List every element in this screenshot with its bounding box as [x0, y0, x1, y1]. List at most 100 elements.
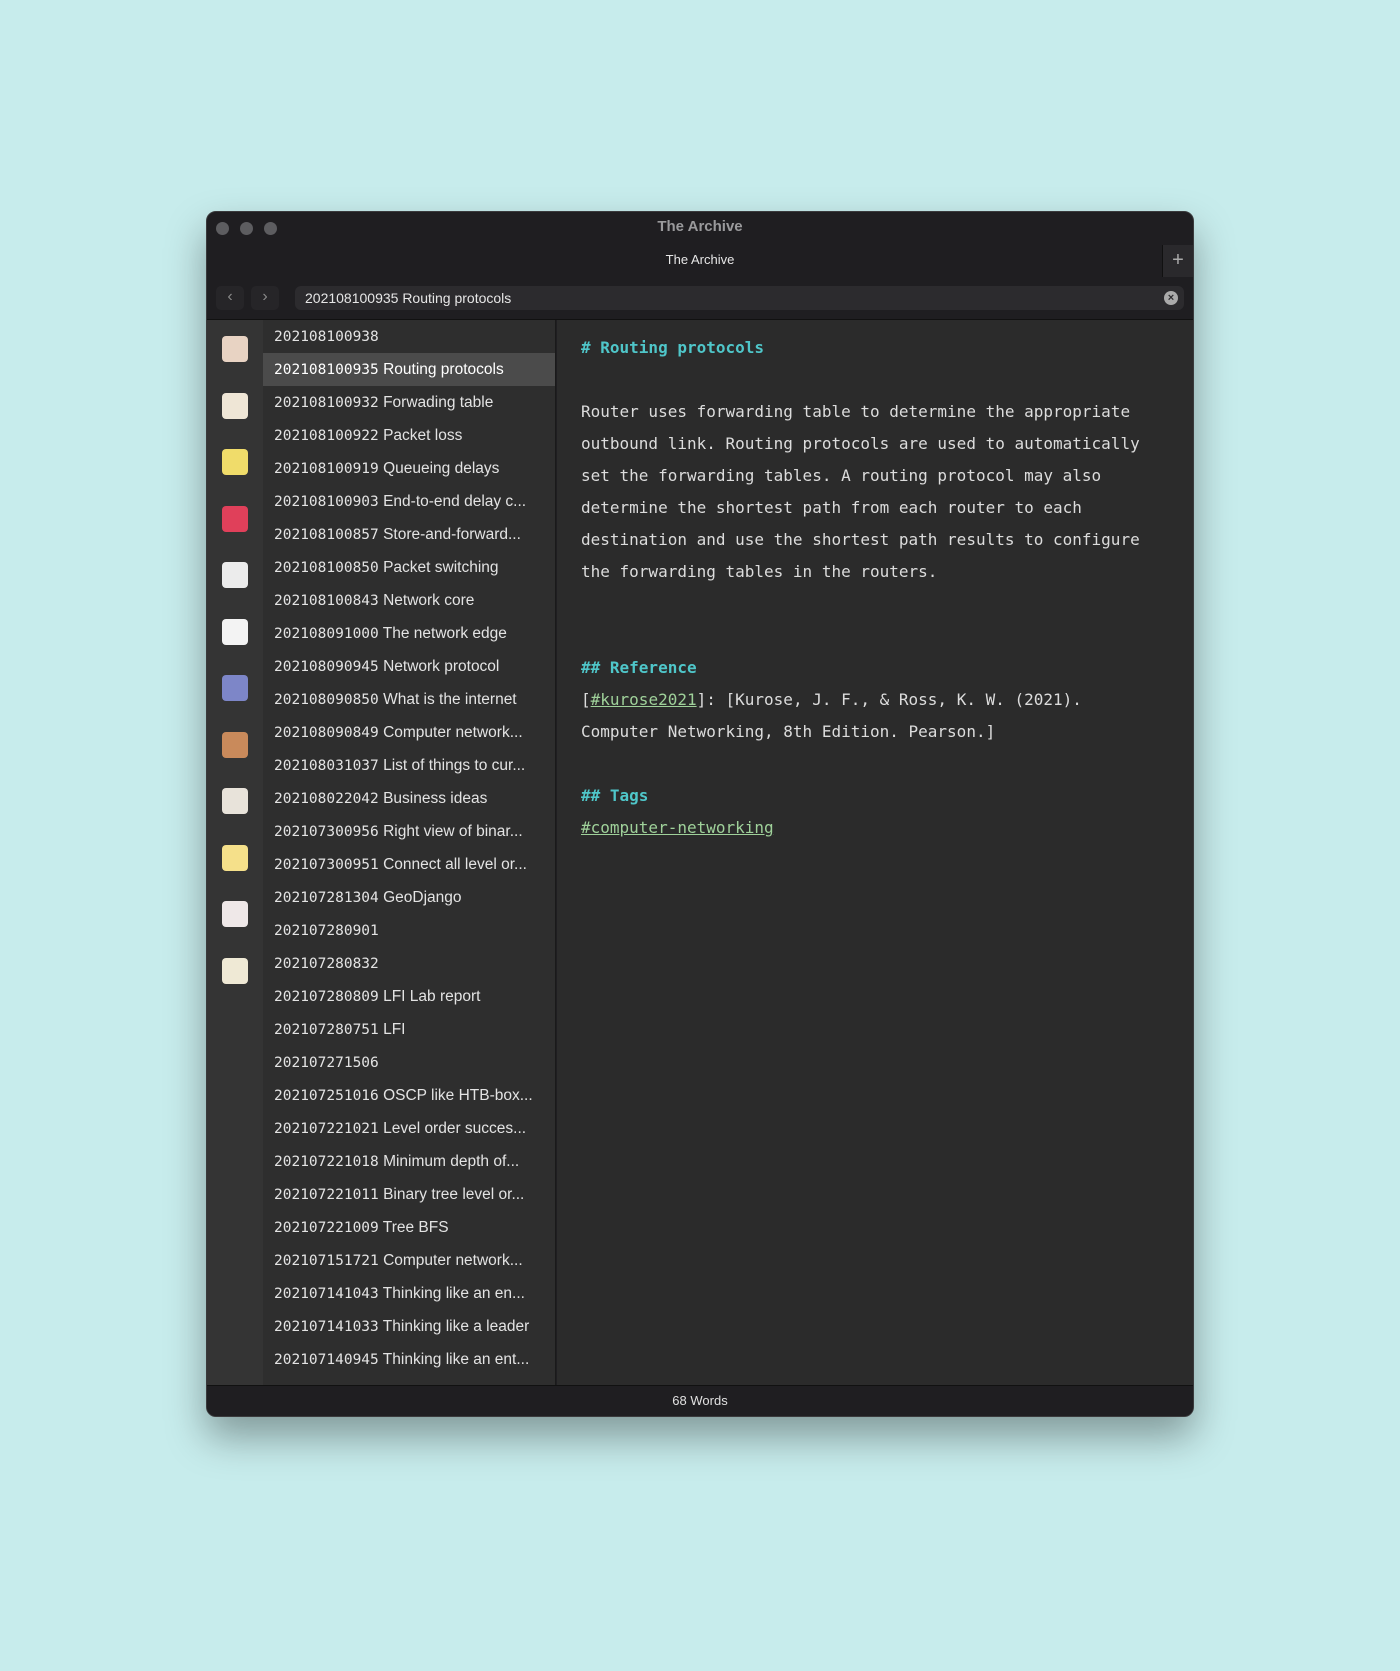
note-list-item[interactable]: 202108100850 Packet switching: [263, 551, 555, 584]
browser-window-icon[interactable]: [222, 562, 248, 588]
note-list-item[interactable]: 202107300951 Connect all level or...: [263, 848, 555, 881]
brain-icon[interactable]: [222, 336, 248, 362]
note-title: Thinking like an ent...: [382, 1351, 530, 1368]
note-list-item[interactable]: 202107221021 Level order succes...: [263, 1112, 555, 1145]
reference-link[interactable]: #kurose2021: [591, 690, 697, 709]
note-id: 202108091000: [274, 626, 379, 642]
note-title: Packet switching: [383, 559, 499, 576]
new-tab-button[interactable]: +: [1162, 245, 1193, 277]
note-title: Routing protocols: [383, 361, 504, 378]
calendar-icon[interactable]: [222, 392, 248, 419]
note-list-item[interactable]: 202107280901: [263, 914, 555, 947]
note-id: 202107251016: [274, 1088, 379, 1104]
note-title: OSCP like HTB-box...: [383, 1087, 533, 1104]
document-icon[interactable]: [222, 618, 248, 645]
note-title: Network protocol: [383, 658, 500, 675]
note-list-item[interactable]: 202108100919 Queueing delays: [263, 452, 555, 485]
note-title: Binary tree level or...: [383, 1186, 525, 1203]
note-list-item[interactable]: 202107221018 Minimum depth of...: [263, 1145, 555, 1178]
note-title: List of things to cur...: [383, 757, 526, 774]
paragraph-line: outbound link. Routing protocols are use…: [581, 434, 1140, 453]
note-list-item[interactable]: 202108022042 Business ideas: [263, 782, 555, 815]
note-title: Connect all level or...: [383, 856, 527, 873]
note-list-item[interactable]: 202107140945 Thinking like an ent...: [263, 1343, 555, 1376]
note-list-item[interactable]: 202107280809 LFI Lab report: [263, 980, 555, 1013]
note-id: 202107151721: [274, 1253, 379, 1269]
note-list-item[interactable]: 202107280832: [263, 947, 555, 980]
saved-searches-sidebar: [207, 320, 263, 1387]
search-value: 202108100935 Routing protocols: [305, 290, 512, 306]
note-list-item[interactable]: 202108090945 Network protocol: [263, 650, 555, 683]
note-title: Forwading table: [383, 394, 494, 411]
note-list-item[interactable]: 202108100932 Forwading table: [263, 386, 555, 419]
note-id: 202107300951: [274, 857, 379, 873]
note-list-item[interactable]: 202107141043 Thinking like an en...: [263, 1277, 555, 1310]
note-title: Tree BFS: [382, 1219, 449, 1236]
note-list-item[interactable]: 202108100903 End-to-end delay c...: [263, 485, 555, 518]
note-list-item[interactable]: 202108100843 Network core: [263, 584, 555, 617]
hierarchy-icon[interactable]: [222, 505, 248, 532]
reference-line-2: Computer Networking, 8th Edition. Pearso…: [581, 722, 996, 741]
note-list-item[interactable]: 202107280751 LFI: [263, 1013, 555, 1046]
note-title: Thinking like an en...: [382, 1285, 525, 1302]
note-id: 202108100935: [274, 362, 379, 378]
note-list-item[interactable]: 202108100857 Store-and-forward...: [263, 518, 555, 551]
resume-icon[interactable]: [222, 788, 248, 814]
question-icon[interactable]: [222, 901, 248, 927]
note-id: 202108022042: [274, 791, 379, 807]
note-id: 202107281304: [274, 890, 379, 906]
tag-link[interactable]: #computer-networking: [581, 818, 774, 837]
search-input[interactable]: 202108100935 Routing protocols ×: [295, 286, 1184, 310]
note-list-item[interactable]: 202107151721 Computer network...: [263, 1244, 555, 1277]
note-id: 202108100843: [274, 593, 379, 609]
note-id: 202108100857: [274, 527, 379, 543]
note-list-item[interactable]: 202107221011 Binary tree level or...: [263, 1178, 555, 1211]
note-list-item[interactable]: 202108100938: [263, 320, 555, 353]
book-icon[interactable]: [222, 675, 248, 701]
box-icon[interactable]: [222, 731, 248, 758]
note-list[interactable]: 202108100938 202108100935 Routing protoc…: [263, 320, 556, 1387]
note-list-item[interactable]: 202107300956 Right view of binar...: [263, 815, 555, 848]
reference-text: ]: [Kurose, J. F., & Ross, K. W. (2021).: [696, 690, 1082, 709]
note-list-item[interactable]: 202107141033 Thinking like a leader: [263, 1310, 555, 1343]
note-list-item[interactable]: 202107221009 Tree BFS: [263, 1211, 555, 1244]
note-list-item[interactable]: 202108100922 Packet loss: [263, 419, 555, 452]
note-title-heading: # Routing protocols: [581, 338, 765, 357]
note-list-item[interactable]: 202108100935 Routing protocols: [263, 353, 555, 386]
note-list-item[interactable]: 202107281304 GeoDjango: [263, 881, 555, 914]
note-title: Store-and-forward...: [383, 526, 521, 543]
tab-the-archive[interactable]: The Archive: [207, 252, 1193, 267]
note-title: The network edge: [382, 625, 507, 642]
note-id: 202108100922: [274, 428, 379, 444]
note-list-item[interactable]: 202108090849 Computer network...: [263, 716, 555, 749]
note-title: Right view of binar...: [383, 823, 523, 840]
note-id: 202107300956: [274, 824, 379, 840]
note-title: Business ideas: [383, 790, 488, 807]
folder-icon[interactable]: [222, 449, 248, 475]
note-list-item[interactable]: 202107251016 OSCP like HTB-box...: [263, 1079, 555, 1112]
app-window: The Archive The Archive + ‹ › 2021081009…: [206, 211, 1194, 1417]
note-list-item[interactable]: 202108091000 The network edge: [263, 617, 555, 650]
paragraph-line: set the forwarding tables. A routing pro…: [581, 466, 1102, 485]
note-id: 202107280832: [274, 956, 379, 972]
note-id: 202108090945: [274, 659, 379, 675]
note-id: 202108100919: [274, 461, 379, 477]
note-title: GeoDjango: [383, 889, 462, 906]
reference-heading: ## Reference: [581, 658, 697, 677]
word-count: 68 Words: [207, 1385, 1193, 1416]
note-title: What is the internet: [383, 691, 517, 708]
note-list-item[interactable]: 202108031037 List of things to cur...: [263, 749, 555, 782]
note-id: 202107280751: [274, 1022, 379, 1038]
note-editor[interactable]: # Routing protocols Router uses forwardi…: [557, 320, 1193, 1387]
forward-button[interactable]: ›: [251, 286, 279, 310]
clear-search-icon[interactable]: ×: [1164, 291, 1178, 305]
note-id: 202107141043: [274, 1286, 379, 1302]
lightbulb-icon[interactable]: [222, 844, 248, 871]
note-title: LFI: [383, 1021, 406, 1038]
note-title: LFI Lab report: [383, 988, 481, 1005]
note-list-item[interactable]: 202107271506: [263, 1046, 555, 1079]
note-id: 202107221021: [274, 1121, 379, 1137]
back-button[interactable]: ‹: [216, 286, 244, 310]
note-list-item[interactable]: 202108090850 What is the internet: [263, 683, 555, 716]
newspaper-icon[interactable]: [222, 957, 248, 984]
